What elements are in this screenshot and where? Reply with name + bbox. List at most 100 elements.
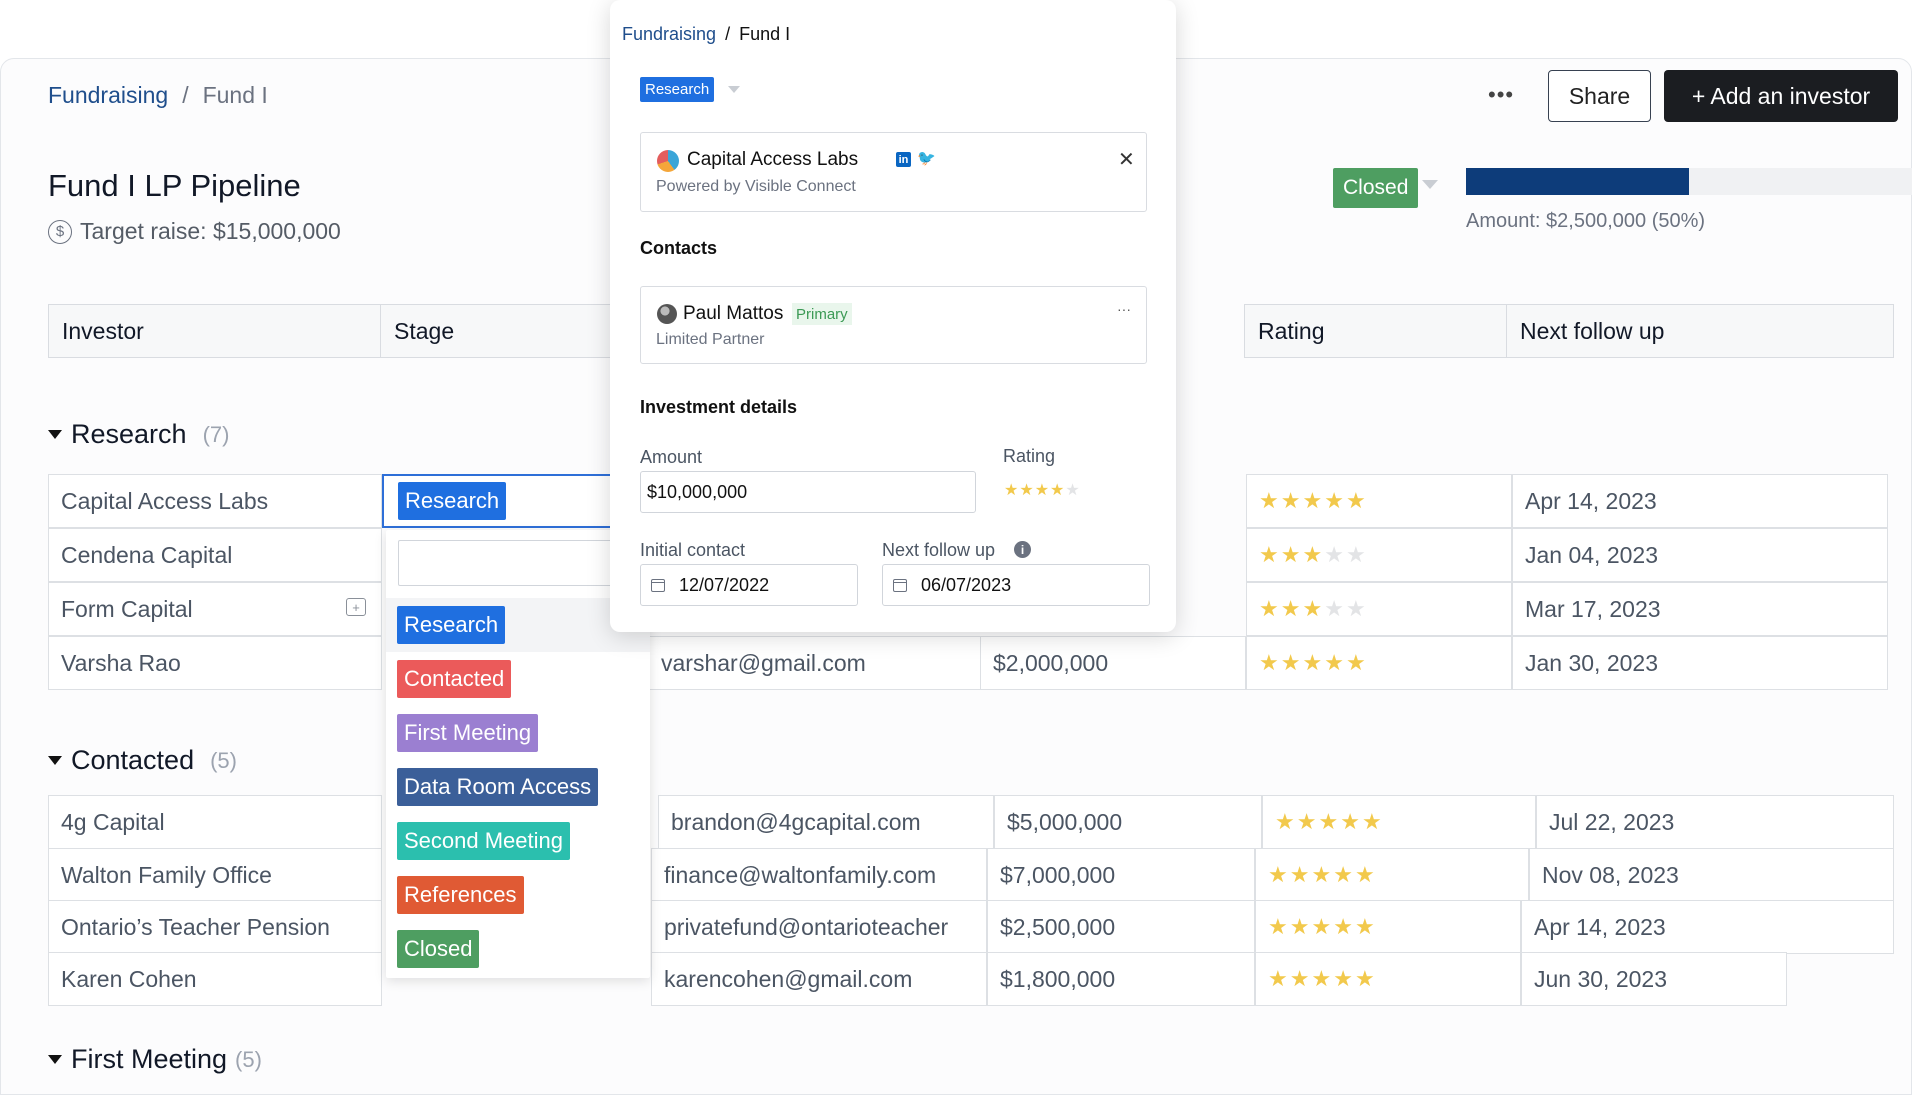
follow-up-cell[interactable]: Apr 14, 2023 — [1512, 474, 1888, 528]
star-empty-icon[interactable]: ★ — [1346, 544, 1366, 566]
more-icon[interactable]: ··· — [1117, 301, 1131, 317]
investor-cell[interactable]: Cendena Capital — [48, 528, 382, 582]
star-filled-icon[interactable]: ★ — [1281, 598, 1301, 620]
rating-stars[interactable]: ★ ★ ★ ★ ★ — [1004, 483, 1080, 499]
star-filled-icon[interactable]: ★ — [1275, 811, 1295, 833]
star-filled-icon[interactable]: ★ — [1340, 811, 1360, 833]
rating-stars[interactable]: ★ ★ ★ ★ ★ — [1268, 916, 1375, 938]
star-filled-icon[interactable]: ★ — [1311, 968, 1331, 990]
rating-cell[interactable]: ★ ★ ★ ★ ★ — [1246, 582, 1512, 636]
investor-cell[interactable]: Walton Family Office — [48, 848, 382, 902]
rating-cell[interactable]: ★ ★ ★ ★ ★ — [1246, 474, 1512, 528]
star-filled-icon[interactable]: ★ — [1355, 968, 1375, 990]
star-filled-icon[interactable]: ★ — [1281, 490, 1301, 512]
rating-cell[interactable]: ★ ★ ★ ★ ★ — [1246, 528, 1512, 582]
investor-cell[interactable]: Form Capital — [48, 582, 382, 636]
star-filled-icon[interactable]: ★ — [1302, 598, 1322, 620]
column-header-investor[interactable]: Investor — [48, 304, 382, 358]
group-header-contacted[interactable]: Contacted (5) — [48, 745, 237, 776]
column-header-rating[interactable]: Rating — [1244, 304, 1508, 358]
contact-card[interactable]: Paul Mattos Primary Limited Partner ··· — [640, 286, 1147, 364]
amount-cell[interactable]: $5,000,000 — [994, 795, 1262, 849]
follow-up-cell[interactable]: Mar 17, 2023 — [1512, 582, 1888, 636]
star-filled-icon[interactable]: ★ — [1259, 652, 1279, 674]
stage-dropdown-caret-icon[interactable] — [728, 86, 740, 93]
stage-option-closed[interactable]: Closed — [386, 922, 650, 976]
star-filled-icon[interactable]: ★ — [1290, 968, 1310, 990]
column-header-next-follow-up[interactable]: Next follow up — [1506, 304, 1894, 358]
collapse-caret-icon[interactable] — [48, 1055, 62, 1064]
star-filled-icon[interactable]: ★ — [1268, 916, 1288, 938]
share-button[interactable]: Share — [1548, 70, 1651, 122]
amount-cell[interactable]: $1,800,000 — [987, 952, 1255, 1006]
follow-up-cell[interactable]: Nov 08, 2023 — [1529, 848, 1894, 902]
stage-option-second-meeting[interactable]: Second Meeting — [386, 814, 650, 868]
star-filled-icon[interactable]: ★ — [1290, 916, 1310, 938]
rating-stars[interactable]: ★ ★ ★ ★ ★ — [1259, 652, 1366, 674]
column-header-stage[interactable]: Stage — [380, 304, 620, 358]
collapse-caret-icon[interactable] — [48, 430, 62, 439]
rating-stars[interactable]: ★ ★ ★ ★ ★ — [1259, 544, 1366, 566]
star-filled-icon[interactable]: ★ — [1259, 544, 1279, 566]
email-cell[interactable]: karencohen@gmail.com — [651, 952, 987, 1006]
next-follow-up-date-field[interactable]: 06/07/2023 — [882, 564, 1150, 606]
star-filled-icon[interactable]: ★ — [1311, 916, 1331, 938]
linkedin-icon[interactable]: in — [896, 152, 911, 167]
stage-option-first-meeting[interactable]: First Meeting — [386, 706, 650, 760]
star-filled-icon[interactable]: ★ — [1259, 598, 1279, 620]
follow-up-cell[interactable]: Jan 30, 2023 — [1512, 636, 1888, 690]
fund-status-badge[interactable]: Closed — [1333, 168, 1419, 208]
star-empty-icon[interactable]: ★ — [1065, 483, 1079, 499]
stage-cell-editing[interactable]: Research — [382, 474, 612, 528]
amount-cell[interactable]: $2,500,000 — [987, 900, 1255, 954]
star-filled-icon[interactable]: ★ — [1302, 652, 1322, 674]
twitter-icon[interactable]: 🐦 — [917, 149, 936, 167]
group-header-research[interactable]: Research (7) — [48, 419, 229, 450]
group-header-first-meeting[interactable]: First Meeting (5) — [48, 1044, 262, 1075]
star-filled-icon[interactable]: ★ — [1302, 544, 1322, 566]
star-filled-icon[interactable]: ★ — [1302, 490, 1322, 512]
info-icon[interactable]: i — [1014, 541, 1031, 558]
popover-stage-tag[interactable]: Research — [640, 77, 715, 102]
popover-breadcrumb-parent-link[interactable]: Fundraising — [622, 24, 716, 44]
star-filled-icon[interactable]: ★ — [1333, 916, 1353, 938]
star-filled-icon[interactable]: ★ — [1268, 968, 1288, 990]
investor-cell[interactable]: Karen Cohen — [48, 952, 382, 1006]
rating-cell[interactable]: ★ ★ ★ ★ ★ — [1255, 900, 1521, 954]
star-filled-icon[interactable]: ★ — [1362, 811, 1382, 833]
star-filled-icon[interactable]: ★ — [1281, 652, 1301, 674]
star-filled-icon[interactable]: ★ — [1333, 968, 1353, 990]
email-cell[interactable]: privatefund@ontarioteacher — [651, 900, 987, 954]
star-filled-icon[interactable]: ★ — [1324, 490, 1344, 512]
stage-option-data-room-access[interactable]: Data Room Access — [386, 760, 650, 814]
star-empty-icon[interactable]: ★ — [1346, 598, 1366, 620]
star-empty-icon[interactable]: ★ — [1324, 598, 1344, 620]
email-cell[interactable]: varshar@gmail.com — [648, 636, 982, 690]
star-filled-icon[interactable]: ★ — [1297, 811, 1317, 833]
star-filled-icon[interactable]: ★ — [1318, 811, 1338, 833]
stage-option-references[interactable]: References — [386, 868, 650, 922]
stage-option-contacted[interactable]: Contacted — [386, 652, 650, 706]
rating-stars[interactable]: ★ ★ ★ ★ ★ — [1259, 490, 1366, 512]
star-empty-icon[interactable]: ★ — [1324, 544, 1344, 566]
investor-cell[interactable]: 4g Capital — [48, 795, 382, 849]
email-cell[interactable]: brandon@4gcapital.com — [658, 795, 994, 849]
investor-cell[interactable]: Ontario’s Teacher Pension — [48, 900, 382, 954]
more-options-button[interactable]: ••• — [1488, 82, 1514, 108]
amount-field[interactable]: $10,000,000 — [640, 471, 976, 513]
rating-stars[interactable]: ★ ★ ★ ★ ★ — [1275, 811, 1382, 833]
star-filled-icon[interactable]: ★ — [1259, 490, 1279, 512]
breadcrumb-parent-link[interactable]: Fundraising — [48, 82, 168, 108]
follow-up-cell[interactable]: Jan 04, 2023 — [1512, 528, 1888, 582]
investor-cell[interactable]: Capital Access Labs — [48, 474, 382, 528]
star-filled-icon[interactable]: ★ — [1019, 483, 1033, 499]
rating-cell[interactable]: ★ ★ ★ ★ ★ — [1255, 952, 1521, 1006]
stage-search-input[interactable] — [398, 540, 638, 586]
star-filled-icon[interactable]: ★ — [1333, 864, 1353, 886]
rating-stars[interactable]: ★ ★ ★ ★ ★ — [1268, 968, 1375, 990]
star-filled-icon[interactable]: ★ — [1290, 864, 1310, 886]
star-filled-icon[interactable]: ★ — [1281, 544, 1301, 566]
star-filled-icon[interactable]: ★ — [1346, 490, 1366, 512]
stage-tag[interactable]: Research — [398, 482, 507, 520]
star-filled-icon[interactable]: ★ — [1346, 652, 1366, 674]
